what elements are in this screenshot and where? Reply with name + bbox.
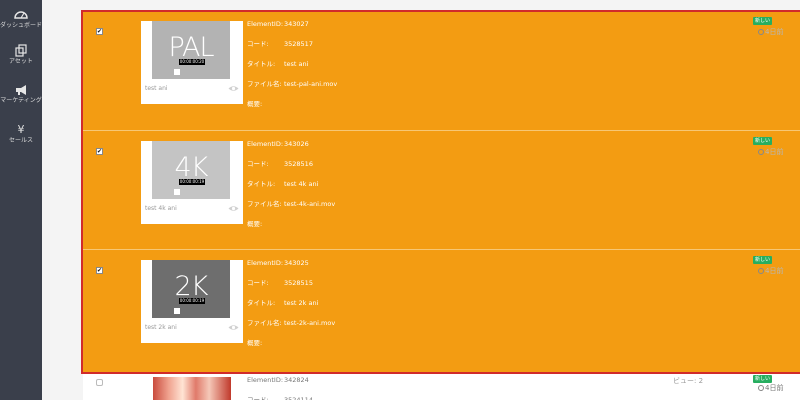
- sidebar-item-label: アセット: [9, 58, 33, 65]
- thumbnail: [153, 377, 231, 400]
- label: ElementID:: [247, 376, 284, 384]
- row-checkbox[interactable]: [96, 379, 103, 386]
- new-badge: 新しい: [753, 375, 773, 383]
- element-id: 342824: [284, 376, 309, 384]
- asset-list: ✔ PAL 00:00:00:20 test ani ElementID: 343…: [42, 0, 800, 400]
- yen-icon: ¥: [17, 123, 25, 136]
- sidebar-item-sales[interactable]: ¥ セールス: [0, 118, 42, 145]
- sidebar-item-label: マーケティング: [0, 97, 42, 104]
- clock-icon: [758, 385, 764, 391]
- code: 3524114: [284, 396, 313, 400]
- sidebar-item-label: セールス: [8, 137, 33, 144]
- sidebar-item-assets[interactable]: アセット: [0, 44, 42, 66]
- megaphone-icon: [16, 85, 26, 95]
- dashboard-icon: [14, 11, 28, 19]
- sidebar: ダッシュボード アセット マーケティング ¥ セールス: [0, 0, 42, 400]
- time-ago: 4日前: [765, 384, 784, 392]
- sidebar-item-label: ダッシュボード: [0, 22, 43, 29]
- sidebar-item-dashboard[interactable]: ダッシュボード: [0, 8, 42, 30]
- label: コード:: [247, 396, 269, 400]
- selection-outline: [81, 10, 800, 374]
- view-count: ビュー: 2: [673, 377, 704, 385]
- list-item[interactable]: ElementID: 342824 コード: 3524114 ビュー: 2 新しい …: [83, 372, 800, 400]
- copy-icon: [15, 44, 27, 57]
- sidebar-item-marketing[interactable]: マーケティング: [0, 83, 42, 105]
- timestamp: 4日前: [758, 383, 783, 393]
